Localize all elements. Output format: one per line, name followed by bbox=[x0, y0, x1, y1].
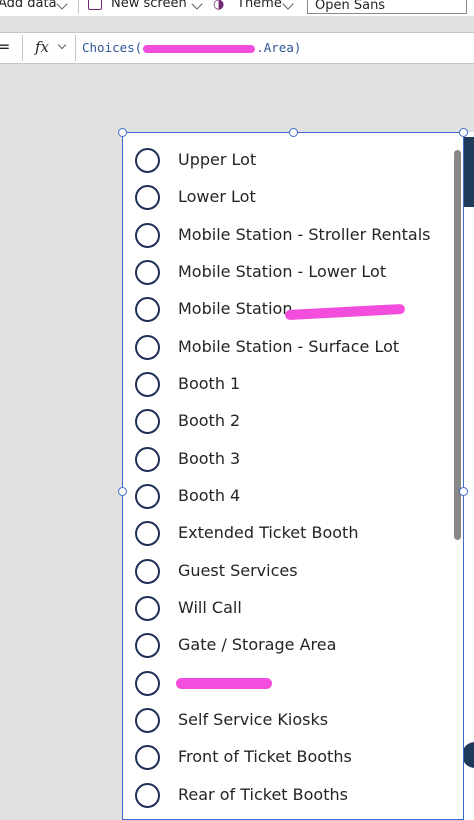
font-dropdown-value: Open Sans bbox=[315, 0, 386, 13]
resize-handle-top-right[interactable] bbox=[459, 128, 468, 137]
radio-option-label: Gate / Storage Area bbox=[178, 635, 337, 654]
radio-option[interactable]: Mobile Station - Stroller Rentals bbox=[135, 222, 445, 252]
radio-option-label: Upper Lot bbox=[178, 150, 257, 169]
radio-option[interactable]: Booth 4 bbox=[135, 483, 445, 513]
radio-option[interactable]: Lower Lot bbox=[135, 184, 445, 214]
radio-circle-icon[interactable] bbox=[135, 335, 160, 360]
radio-option[interactable]: Upper Lot bbox=[135, 147, 445, 177]
toolbar-divider bbox=[78, 0, 79, 14]
radio-option[interactable]: Mobile Station - Lower Lot bbox=[135, 259, 445, 289]
radio-circle-icon[interactable] bbox=[135, 185, 160, 210]
radio-option[interactable]: Self Service Kiosks bbox=[135, 707, 445, 737]
fx-button[interactable]: fx bbox=[22, 35, 76, 61]
formula-prefix: Choices( bbox=[82, 40, 143, 55]
radio-option[interactable]: Gate / Storage Area bbox=[135, 632, 445, 662]
new-screen-icon[interactable] bbox=[88, 0, 102, 10]
redaction-mark bbox=[143, 44, 256, 53]
radio-option-label: Booth 1 bbox=[178, 374, 241, 393]
radio-option[interactable]: Mobile Station - Surface Lot bbox=[135, 334, 445, 364]
radio-option-label: Mobile Station bbox=[178, 299, 293, 318]
chevron-down-icon[interactable] bbox=[56, 0, 68, 10]
ribbon-toolbar: Add data New screen ◑ Theme Open Sans bbox=[0, 0, 474, 16]
radio-circle-icon[interactable] bbox=[135, 596, 160, 621]
chevron-down-icon bbox=[57, 40, 67, 50]
add-data-button[interactable]: Add data bbox=[0, 0, 57, 11]
new-screen-button[interactable]: New screen bbox=[111, 0, 187, 11]
radio-circle-icon[interactable] bbox=[135, 148, 160, 173]
radio-circle-icon[interactable] bbox=[135, 521, 160, 546]
radio-circle-icon[interactable] bbox=[135, 783, 160, 808]
radio-option[interactable]: Booth 3 bbox=[135, 446, 445, 476]
radio-option-label: Will Call bbox=[178, 598, 242, 617]
radio-option[interactable]: Will Call bbox=[135, 595, 445, 625]
radio-option-label: Rear of Ticket Booths bbox=[178, 785, 348, 804]
formula-bar: = fx Choices( .Area) bbox=[0, 32, 474, 64]
radio-circle-icon[interactable] bbox=[135, 409, 160, 434]
radio-option-label: Mobile Station - Surface Lot bbox=[178, 337, 400, 356]
radio-circle-icon[interactable] bbox=[135, 559, 160, 584]
radio-option-label: Self Service Kiosks bbox=[178, 710, 329, 729]
radio-circle-icon[interactable] bbox=[135, 671, 160, 696]
resize-handle-top-left[interactable] bbox=[118, 128, 127, 137]
formula-suffix: .Area) bbox=[256, 40, 302, 55]
radio-option-label: Extended Ticket Booth bbox=[178, 523, 359, 542]
fx-icon: fx bbox=[35, 38, 50, 56]
radio-option-label: Mobile Station - Stroller Rentals bbox=[178, 225, 431, 244]
radio-option-label: Booth 2 bbox=[178, 411, 241, 430]
radio-option[interactable]: Booth 2 bbox=[135, 408, 445, 438]
radio-option-label: Front of Ticket Booths bbox=[178, 747, 352, 766]
redaction-mark bbox=[176, 678, 272, 689]
radio-option-label: Lower Lot bbox=[178, 187, 256, 206]
scrollbar-thumb[interactable] bbox=[454, 150, 461, 540]
radio-option[interactable]: Guest Services bbox=[135, 558, 445, 588]
radio-circle-icon[interactable] bbox=[135, 447, 160, 472]
radio-circle-icon[interactable] bbox=[135, 633, 160, 658]
radio-option[interactable]: Extended Ticket Booth bbox=[135, 520, 445, 550]
radio-circle-icon[interactable] bbox=[135, 745, 160, 770]
radio-option-label: Mobile Station - Lower Lot bbox=[178, 262, 387, 281]
radio-option-label: Booth 3 bbox=[178, 449, 241, 468]
radio-circle-icon[interactable] bbox=[135, 260, 160, 285]
formula-input[interactable]: Choices( .Area) bbox=[82, 40, 301, 55]
radio-circle-icon[interactable] bbox=[135, 484, 160, 509]
resize-handle-right[interactable] bbox=[459, 487, 468, 496]
radio-circle-icon[interactable] bbox=[135, 297, 160, 322]
font-dropdown[interactable]: Open Sans bbox=[307, 0, 467, 14]
radio-option[interactable]: Booth 1 bbox=[135, 371, 445, 401]
radio-option-label: Guest Services bbox=[178, 561, 298, 580]
radio-option[interactable]: Front of Ticket Booths bbox=[135, 744, 445, 774]
resize-handle-left[interactable] bbox=[118, 487, 127, 496]
radio-circle-icon[interactable] bbox=[135, 372, 160, 397]
chevron-down-icon[interactable] bbox=[282, 0, 294, 10]
theme-palette-icon[interactable]: ◑ bbox=[213, 0, 224, 12]
property-equals-sign: = bbox=[0, 37, 11, 56]
radio-circle-icon[interactable] bbox=[135, 223, 160, 248]
chevron-down-icon[interactable] bbox=[191, 0, 203, 10]
radio-option-label: Booth 4 bbox=[178, 486, 241, 505]
radio-circle-icon[interactable] bbox=[135, 708, 160, 733]
resize-handle-top[interactable] bbox=[289, 128, 298, 137]
theme-button[interactable]: Theme bbox=[237, 0, 282, 11]
radio-option[interactable]: Rear of Ticket Booths bbox=[135, 782, 445, 812]
